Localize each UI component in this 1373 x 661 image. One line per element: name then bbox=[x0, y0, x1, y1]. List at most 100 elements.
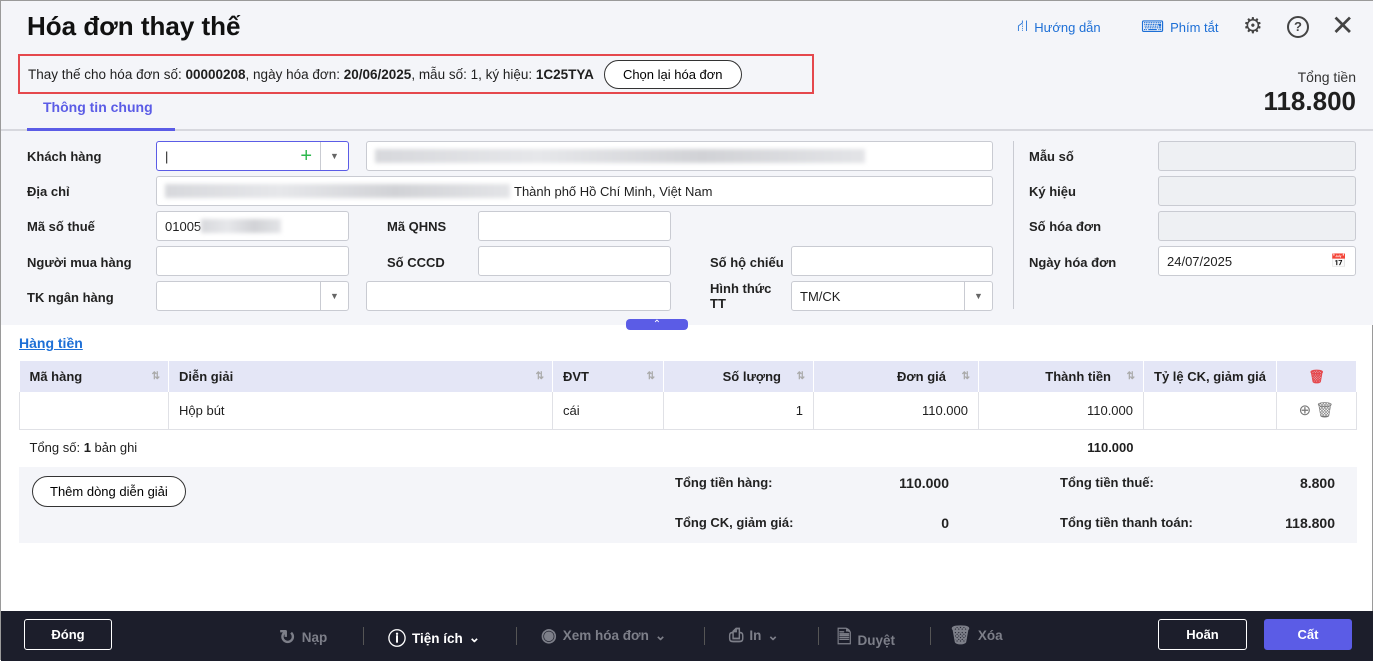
close-icon[interactable]: ✕ bbox=[1331, 9, 1354, 42]
col-unit[interactable]: ĐVT ⇅ bbox=[552, 361, 664, 392]
tax-input[interactable]: 01005 bbox=[156, 211, 349, 241]
cell-price[interactable]: 110.000 bbox=[813, 392, 979, 430]
col-qty[interactable]: Số lượng ⇅ bbox=[663, 361, 814, 392]
gear-icon[interactable]: ⚙ bbox=[1243, 13, 1263, 39]
invoice-date-label: Ngày hóa đơn bbox=[1029, 255, 1117, 270]
printer-icon: ⎙ bbox=[729, 625, 744, 645]
table-header: Mã hàng ⇅ Diễn giải ⇅ ĐVT ⇅ Số lượng ⇅ Đơn g… bbox=[19, 361, 1358, 392]
add-description-line-button[interactable]: Thêm dòng diễn giải bbox=[32, 476, 186, 507]
qhns-input[interactable] bbox=[478, 211, 671, 241]
buyer-input[interactable] bbox=[156, 246, 349, 276]
cell-discount[interactable] bbox=[1143, 392, 1277, 430]
original-date: 20/06/2025 bbox=[343, 66, 412, 82]
calendar-icon[interactable]: 📅 bbox=[1331, 253, 1347, 269]
header: Hóa đơn thay thế ⛙ Hướng dẫn ⌨ Phím tắt ⚙ … bbox=[1, 1, 1373, 131]
tab-general-info[interactable]: Thông tin chung bbox=[27, 99, 175, 131]
eye-icon: ◉ bbox=[541, 625, 557, 645]
guide-link[interactable]: ⛙ Hướng dẫn bbox=[1017, 17, 1101, 37]
tax-total-label: Tổng tiền thuế: bbox=[1060, 475, 1154, 490]
form-no-label: Mẫu số bbox=[1029, 149, 1074, 164]
add-icon[interactable]: + bbox=[300, 145, 312, 168]
bank-name-input[interactable] bbox=[366, 281, 671, 311]
reload-button[interactable]: ↻ Nạp bbox=[279, 625, 327, 650]
col-desc[interactable]: Diễn giải ⇅ bbox=[168, 361, 553, 392]
total-amount: 110.000 bbox=[1087, 440, 1134, 456]
buyer-label: Người mua hàng bbox=[27, 255, 132, 270]
collapse-button[interactable]: ⌃ bbox=[626, 319, 688, 330]
col-price[interactable]: Đơn giá ⇅ bbox=[813, 361, 979, 392]
col-code[interactable]: Mã hàng ⇅ bbox=[19, 361, 169, 392]
help-icon[interactable]: ? bbox=[1287, 16, 1309, 38]
payment-total-value: 118.800 bbox=[1285, 515, 1335, 531]
add-row-icon[interactable]: ⊕ bbox=[1299, 402, 1312, 419]
total-label: Tổng tiền bbox=[1297, 69, 1356, 85]
invoice-no-input bbox=[1158, 211, 1356, 241]
print-button[interactable]: ⎙ In ⌄ bbox=[729, 625, 779, 646]
cell-qty[interactable]: 1 bbox=[663, 392, 814, 430]
cell-code[interactable] bbox=[19, 392, 169, 430]
summary-panel: Thêm dòng diễn giải Tổng tiền hàng: 110.… bbox=[19, 467, 1357, 543]
document-icon: 🗎 bbox=[837, 627, 852, 647]
cell-amount[interactable]: 110.000 bbox=[978, 392, 1144, 430]
total-value: 118.800 bbox=[1263, 86, 1356, 116]
replace-prefix: Thay thế cho hóa đơn số: bbox=[28, 66, 182, 82]
customer-name-input[interactable] bbox=[366, 141, 993, 171]
chevron-down-icon: ▼ bbox=[964, 282, 992, 310]
reload-icon: ↻ bbox=[279, 627, 296, 649]
chevron-down-icon: ⌄ bbox=[767, 627, 779, 643]
table-row[interactable]: Hộp bút cái 1 110.000 110.000 ⊕ 🗑 bbox=[19, 392, 1358, 430]
tax-value: 01005 bbox=[165, 218, 202, 234]
guide-icon: ⛙ bbox=[1017, 18, 1029, 35]
cell-desc[interactable]: Hộp bút bbox=[168, 392, 553, 430]
replace-info-box: Thay thế cho hóa đơn số: 00000208, ngày … bbox=[18, 54, 814, 94]
close-button[interactable]: Đóng bbox=[24, 619, 112, 650]
trash-icon: 🗑 bbox=[949, 625, 972, 645]
passport-label: Số hộ chiếu bbox=[710, 255, 784, 270]
customer-input[interactable]: | + ▼ bbox=[156, 141, 349, 171]
discount-total-label: Tổng CK, giảm giá: bbox=[675, 515, 794, 530]
date-label: , ngày hóa đơn: bbox=[245, 66, 340, 82]
cell-unit[interactable]: cái bbox=[552, 392, 664, 430]
address-input[interactable]: Thành phố Hồ Chí Minh, Việt Nam bbox=[156, 176, 993, 206]
invoice-no-label: Số hóa đơn bbox=[1029, 219, 1102, 234]
symbol-input bbox=[1158, 176, 1356, 206]
bank-select[interactable]: ▼ bbox=[156, 281, 349, 311]
items-section-title[interactable]: Hàng tiền bbox=[19, 335, 83, 351]
chevron-down-icon: ▼ bbox=[320, 282, 348, 310]
info-circle-icon: ⓘ bbox=[388, 629, 406, 649]
goods-total-label: Tổng tiền hàng: bbox=[675, 475, 773, 490]
form-label: , mẫu số: 1, ký hiệu: bbox=[411, 66, 533, 82]
payment-select[interactable]: TM/CK ▼ bbox=[791, 281, 993, 311]
address-value: Thành phố Hồ Chí Minh, Việt Nam bbox=[514, 183, 713, 199]
table-footer-row: Tổng số: 1 bản ghi 110.000 bbox=[20, 429, 1357, 466]
chevron-down-icon[interactable]: ▼ bbox=[320, 142, 348, 170]
approve-button[interactable]: 🗎 Duyệt bbox=[837, 625, 895, 655]
goods-total-value: 110.000 bbox=[899, 475, 949, 491]
form-no-input bbox=[1158, 141, 1356, 171]
shortcuts-link[interactable]: ⌨ Phím tắt bbox=[1141, 17, 1219, 37]
save-button[interactable]: Cất bbox=[1264, 619, 1352, 650]
reselect-invoice-button[interactable]: Chọn lại hóa đơn bbox=[603, 59, 742, 89]
delete-all-icon[interactable]: 🗑 bbox=[1276, 361, 1358, 392]
view-invoice-button[interactable]: ◉ Xem hóa đơn ⌄ bbox=[541, 625, 666, 646]
keyboard-icon: ⌨ bbox=[1141, 19, 1165, 36]
general-info-form: Khách hàng | + ▼ Địa chỉ Thành phố Hồ Chí … bbox=[1, 131, 1373, 330]
invoice-date-input[interactable]: 24/07/2025 📅 bbox=[1158, 246, 1356, 276]
divider bbox=[1013, 141, 1014, 309]
payment-label: Hình thức TT bbox=[710, 281, 772, 311]
original-symbol: 1C25TYA bbox=[535, 66, 594, 82]
col-discount[interactable]: Tỷ lệ CK, giảm giá bbox=[1143, 361, 1277, 392]
delete-button[interactable]: 🗑 Xóa bbox=[949, 625, 1003, 646]
cccd-label: Số CCCD bbox=[387, 255, 445, 270]
cccd-input[interactable] bbox=[478, 246, 671, 276]
passport-input[interactable] bbox=[791, 246, 993, 276]
col-amount[interactable]: Thành tiền ⇅ bbox=[978, 361, 1144, 392]
utilities-button[interactable]: ⓘ Tiện ích ⌄ bbox=[388, 625, 480, 651]
tax-label: Mã số thuế bbox=[27, 219, 95, 234]
customer-label: Khách hàng bbox=[27, 149, 102, 164]
page-title: Hóa đơn thay thế bbox=[27, 11, 241, 41]
postpone-button[interactable]: Hoãn bbox=[1158, 619, 1247, 650]
address-label: Địa chỉ bbox=[27, 184, 70, 199]
symbol-label: Ký hiệu bbox=[1029, 184, 1076, 199]
delete-row-icon[interactable]: 🗑 bbox=[1315, 402, 1334, 419]
